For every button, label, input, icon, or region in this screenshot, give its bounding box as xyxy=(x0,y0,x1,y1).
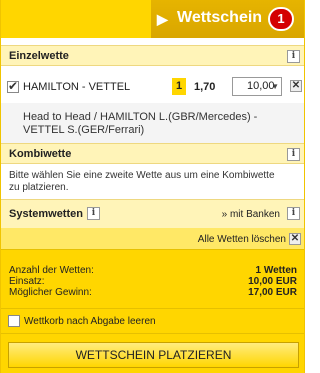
system-bets-title: Systemwetten xyxy=(9,208,83,220)
system-bets-row: Systemwetten i » mit Banken i xyxy=(1,199,304,228)
clear-after-submit-checkbox[interactable] xyxy=(8,315,20,327)
summary-row: Möglicher Gewinn: 17,00 EUR xyxy=(9,287,299,298)
summary-label: Möglicher Gewinn: xyxy=(9,287,92,298)
single-bet-header: Einzelwette i xyxy=(1,45,304,66)
clear-after-submit-row: Wettkorb nach Abgabe leeren xyxy=(1,308,304,334)
summary-label: Anzahl der Wetten: xyxy=(9,265,94,276)
bet-selection: HAMILTON - VETTEL xyxy=(23,81,131,93)
summary-label: Einsatz: xyxy=(9,276,45,287)
chevron-down-icon: ▼ xyxy=(271,82,279,91)
kombi-title: Kombiwette xyxy=(9,148,72,160)
clear-after-submit-label: Wettkorb nach Abgabe leeren xyxy=(24,316,156,327)
header-left-tab[interactable] xyxy=(1,0,151,38)
banken-link[interactable]: » mit Banken xyxy=(222,209,280,220)
summary-row: Einsatz: 10,00 EUR xyxy=(9,276,299,287)
info-icon[interactable]: i xyxy=(87,207,100,220)
betslip-header[interactable]: ▶ Wettschein 1 xyxy=(1,0,304,38)
summary-row: Anzahl der Wetten: 1 Wetten xyxy=(9,265,299,276)
bet-summary: Anzahl der Wetten: 1 Wetten Einsatz: 10,… xyxy=(9,265,299,298)
info-icon[interactable]: i xyxy=(287,148,300,161)
summary-value: 1 Wetten xyxy=(255,265,298,276)
bet-odds: 1,70 xyxy=(194,81,216,93)
single-bet-title: Einzelwette xyxy=(9,50,69,62)
clear-all-row: Alle Wetten löschen ✕ xyxy=(1,228,304,250)
bet-detail-text: Head to Head / HAMILTON L.(GBR/Mercedes)… xyxy=(23,111,258,136)
bet-select-checkbox[interactable] xyxy=(7,79,19,93)
summary-value: 17,00 EUR xyxy=(248,287,297,298)
kombi-header: Kombiwette i xyxy=(1,143,304,164)
bet-detail: Head to Head / HAMILTON L.(GBR/Mercedes)… xyxy=(1,103,304,143)
kombi-hint: Bitte wählen Sie eine zweite Wette aus u… xyxy=(1,164,304,199)
clear-all-link[interactable]: Alle Wetten löschen xyxy=(198,234,286,245)
bet-row: HAMILTON - VETTEL 1 1,70 10,00 ▼ ✕ xyxy=(1,70,304,103)
kombi-hint-text: Bitte wählen Sie eine zweite Wette aus u… xyxy=(9,170,275,193)
bet-count-badge: 1 xyxy=(268,7,294,31)
summary-value: 10,00 EUR xyxy=(248,276,297,287)
betslip-panel: ▶ Wettschein 1 Einzelwette i HAMILTON - … xyxy=(0,0,305,373)
bet-number: 1 xyxy=(172,78,186,95)
info-icon[interactable]: i xyxy=(287,207,300,220)
betslip-title: Wettschein xyxy=(177,9,263,26)
info-icon[interactable]: i xyxy=(287,50,300,63)
stake-select[interactable]: 10,00 ▼ xyxy=(232,77,282,96)
arrow-icon: ▶ xyxy=(157,11,168,27)
close-icon[interactable]: ✕ xyxy=(289,233,301,245)
place-bet-button[interactable]: WETTSCHEIN PLATZIEREN xyxy=(8,342,299,368)
remove-bet-button[interactable]: ✕ xyxy=(290,80,302,92)
